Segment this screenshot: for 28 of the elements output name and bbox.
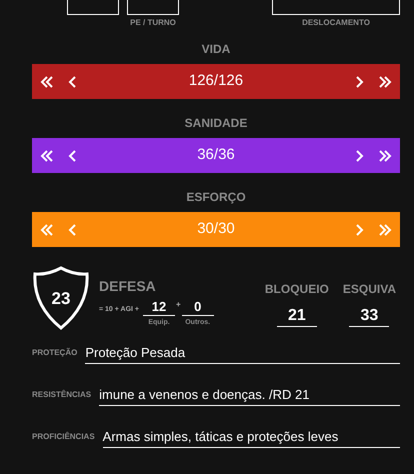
bar-title: ESFORÇO <box>186 189 246 206</box>
bar-value: 126/126 <box>188 71 244 92</box>
field-label: RESISTÊNCIAS <box>32 389 92 401</box>
double-chevron-left-icon[interactable] <box>40 148 54 162</box>
field-label: DESLOCAMENTO <box>301 17 371 29</box>
shield-icon <box>32 265 90 331</box>
text-field[interactable]: Armas simples, táticas e proteções leves <box>102 427 400 448</box>
double-chevron-right-icon[interactable] <box>378 148 392 162</box>
field-label: PROTEÇÃO <box>32 347 78 359</box>
others-field[interactable]: 0 <box>182 299 214 316</box>
defense-title: DEFESA <box>99 279 157 293</box>
field-label: PROFICIÊNCIAS <box>32 431 95 443</box>
bar-value: 30/30 <box>196 219 236 240</box>
plus-sign: + <box>176 299 181 311</box>
bar-title: VIDA <box>202 41 230 58</box>
double-chevron-right-icon[interactable] <box>378 74 392 88</box>
double-chevron-left-icon[interactable] <box>40 74 54 88</box>
stat-label: ESQUIVA <box>342 281 396 298</box>
field-label: PE / TURNO <box>129 17 177 29</box>
text-field[interactable]: Proteção Pesada <box>85 343 400 364</box>
equip-field[interactable]: 12 <box>143 299 176 316</box>
stat-field[interactable]: 33 <box>349 306 390 327</box>
stat-field[interactable]: 21 <box>276 306 317 327</box>
bar-value: 36/36 <box>196 145 236 166</box>
text-field[interactable]: imune a venenos e doenças. /RD 21 <box>99 385 400 406</box>
bar-title: SANIDADE <box>184 115 248 132</box>
defense-value: 23 <box>52 290 70 306</box>
stat-label: BLOQUEIO <box>264 281 329 298</box>
